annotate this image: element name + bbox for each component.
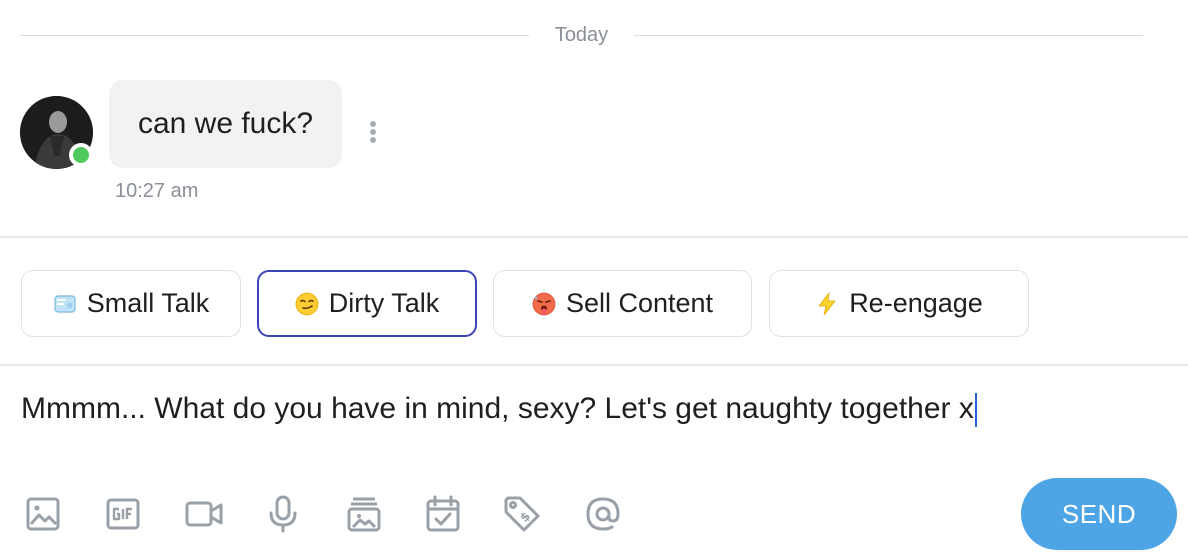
- message-text: can we fuck?: [137, 107, 314, 140]
- chip-label: Small Talk: [86, 288, 210, 318]
- chip-dirty-talk[interactable]: Dirty Talk: [257, 270, 477, 337]
- vault-icon[interactable]: [342, 492, 386, 536]
- lightning-icon: [818, 292, 836, 315]
- message-bubble: can we fuck?: [109, 80, 342, 168]
- gif-icon[interactable]: [101, 492, 145, 536]
- price-tag-icon[interactable]: $: [500, 492, 544, 536]
- chip-small-talk[interactable]: Small Talk: [21, 270, 241, 337]
- chip-re-engage[interactable]: Re-engage: [769, 270, 1029, 337]
- online-status-dot: [69, 143, 93, 167]
- separator: [0, 364, 1188, 366]
- microphone-icon[interactable]: [261, 492, 305, 536]
- chip-label: Re-engage: [849, 288, 983, 318]
- send-button[interactable]: SEND: [1021, 478, 1177, 550]
- schedule-icon[interactable]: [421, 492, 465, 536]
- more-options-icon[interactable]: [362, 118, 384, 146]
- message-input[interactable]: Mmmm... What do you have in mind, sexy? …: [21, 392, 977, 428]
- message-timestamp: 10:27 am: [115, 180, 199, 202]
- text-caret: [974, 393, 977, 428]
- divider-line-left: [20, 34, 529, 36]
- chip-sell-content[interactable]: Sell Content: [493, 270, 752, 337]
- chip-label: Dirty Talk: [328, 288, 440, 318]
- date-label: Today: [554, 23, 609, 46]
- smirk-emoji-icon: [295, 292, 319, 315]
- hot-face-emoji-icon: [532, 292, 556, 315]
- separator: [0, 236, 1188, 238]
- video-icon[interactable]: [182, 492, 226, 536]
- chip-label: Sell Content: [565, 288, 714, 318]
- image-icon[interactable]: [21, 492, 65, 536]
- message-input-value: Mmmm... What do you have in mind, sexy? …: [21, 392, 974, 425]
- divider-line-right: [634, 34, 1143, 36]
- mention-icon[interactable]: [581, 492, 625, 536]
- ice-cube-icon: [54, 294, 76, 313]
- date-divider: Today: [20, 20, 1143, 50]
